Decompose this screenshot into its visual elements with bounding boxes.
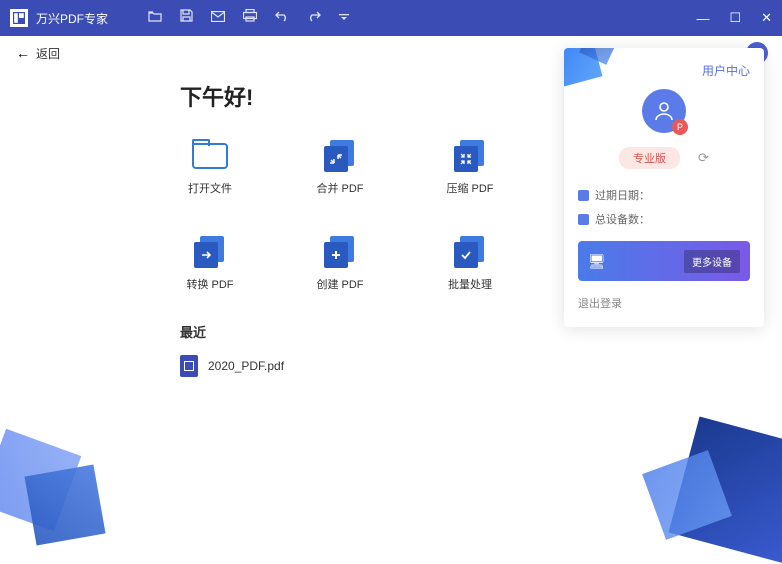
- devices-graphic-icon: 🖥: [588, 253, 606, 270]
- create-label: 创建 PDF: [316, 276, 363, 292]
- pdf-file-icon: [180, 355, 198, 377]
- expiry-row: 过期日期：: [578, 187, 750, 203]
- window-controls: — ☐ ✕: [696, 10, 772, 26]
- batch-label: 批量处理: [448, 276, 492, 292]
- compress-icon: [452, 138, 488, 174]
- title-bar: 万兴PDF专家 — ☐ ✕: [0, 0, 782, 36]
- user-center-title[interactable]: 用户中心: [578, 62, 750, 79]
- device-label: 总设备数：: [595, 211, 650, 227]
- compress-pdf-action[interactable]: 压缩 PDF: [440, 138, 500, 196]
- open-file-action[interactable]: 打开文件: [180, 138, 240, 196]
- dropdown-icon[interactable]: [339, 9, 349, 27]
- open-folder-icon: [192, 138, 228, 174]
- more-devices-label: 更多设备: [684, 250, 740, 273]
- merge-pdf-action[interactable]: 合并 PDF: [310, 138, 370, 196]
- mail-icon[interactable]: [211, 9, 225, 27]
- app-title: 万兴PDF专家: [36, 10, 108, 27]
- convert-icon: [192, 234, 228, 270]
- titlebar-toolbar: [148, 9, 349, 27]
- plan-tag: 专业版: [619, 147, 680, 169]
- expiry-label: 过期日期：: [595, 187, 650, 203]
- batch-icon: [452, 234, 488, 270]
- plan-badge: P: [672, 119, 688, 135]
- save-icon[interactable]: [180, 9, 193, 27]
- undo-icon[interactable]: [275, 9, 289, 27]
- device-icon: [578, 214, 589, 225]
- create-pdf-action[interactable]: 创建 PDF: [310, 234, 370, 292]
- decoration-bottom-left-icon: [24, 464, 105, 545]
- plan-row: 专业版 ⟳: [578, 147, 750, 169]
- print-icon[interactable]: [243, 9, 257, 27]
- back-arrow-icon[interactable]: ←: [16, 45, 30, 61]
- device-count-row: 总设备数：: [578, 211, 750, 227]
- recent-filename: 2020_PDF.pdf: [208, 359, 284, 373]
- redo-icon[interactable]: [307, 9, 321, 27]
- minimize-button[interactable]: —: [696, 11, 709, 26]
- logout-button[interactable]: 退出登录: [578, 295, 750, 311]
- calendar-icon: [578, 190, 589, 201]
- merge-icon: [322, 138, 358, 174]
- convert-label: 转换 PDF: [186, 276, 233, 292]
- more-devices-button[interactable]: 🖥 更多设备: [578, 241, 750, 281]
- compress-label: 压缩 PDF: [446, 180, 493, 196]
- user-center-panel: 用户中心 P 专业版 ⟳ 过期日期： 总设备数： 🖥 更多设备 退出登录: [564, 48, 764, 327]
- maximize-button[interactable]: ☐: [729, 10, 741, 26]
- batch-action[interactable]: 批量处理: [440, 234, 500, 292]
- convert-pdf-action[interactable]: 转换 PDF: [180, 234, 240, 292]
- create-icon: [322, 234, 358, 270]
- folder-icon[interactable]: [148, 9, 162, 27]
- merge-label: 合并 PDF: [316, 180, 363, 196]
- user-avatar-icon: P: [642, 89, 686, 133]
- app-logo-icon: [10, 9, 28, 27]
- back-label[interactable]: 返回: [36, 45, 60, 62]
- close-button[interactable]: ✕: [761, 10, 772, 26]
- open-file-label: 打开文件: [188, 180, 232, 196]
- refresh-icon[interactable]: ⟳: [698, 150, 709, 166]
- recent-file-item[interactable]: 2020_PDF.pdf: [180, 355, 782, 377]
